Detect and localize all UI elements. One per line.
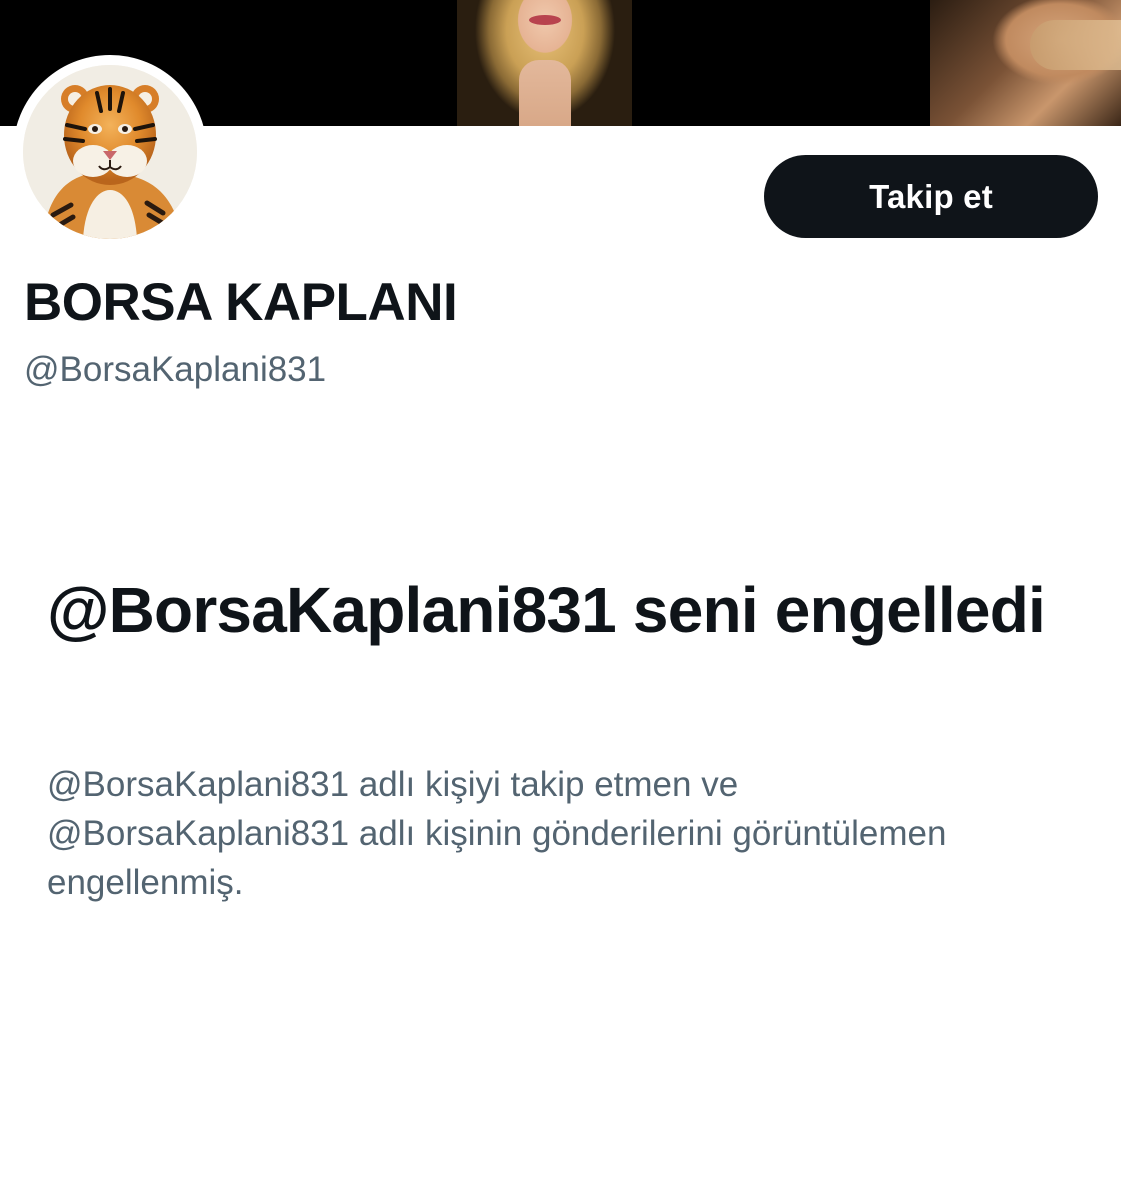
banner-photo-figure <box>930 0 1121 126</box>
profile-handle: @BorsaKaplani831 <box>24 350 327 389</box>
profile-display-name: BORSA KAPLANI <box>24 273 458 332</box>
banner-photo-detail <box>1030 20 1121 70</box>
banner-photo-detail <box>519 60 571 126</box>
follow-button[interactable]: Takip et <box>764 155 1098 238</box>
profile-page: Takip et BORSA KAPLANI @BorsaKaplani831 … <box>0 0 1121 1200</box>
blocked-notice-description: @BorsaKaplani831 adlı kişiyi takip etmen… <box>47 765 947 902</box>
banner-photo-detail <box>529 15 561 25</box>
tiger-avatar-image <box>23 65 197 239</box>
tiger-icon <box>23 65 197 239</box>
avatar[interactable] <box>13 55 207 249</box>
blocked-notice-title: @BorsaKaplani831 seni engelledi <box>47 574 1046 646</box>
banner-photo-woman <box>457 0 632 126</box>
